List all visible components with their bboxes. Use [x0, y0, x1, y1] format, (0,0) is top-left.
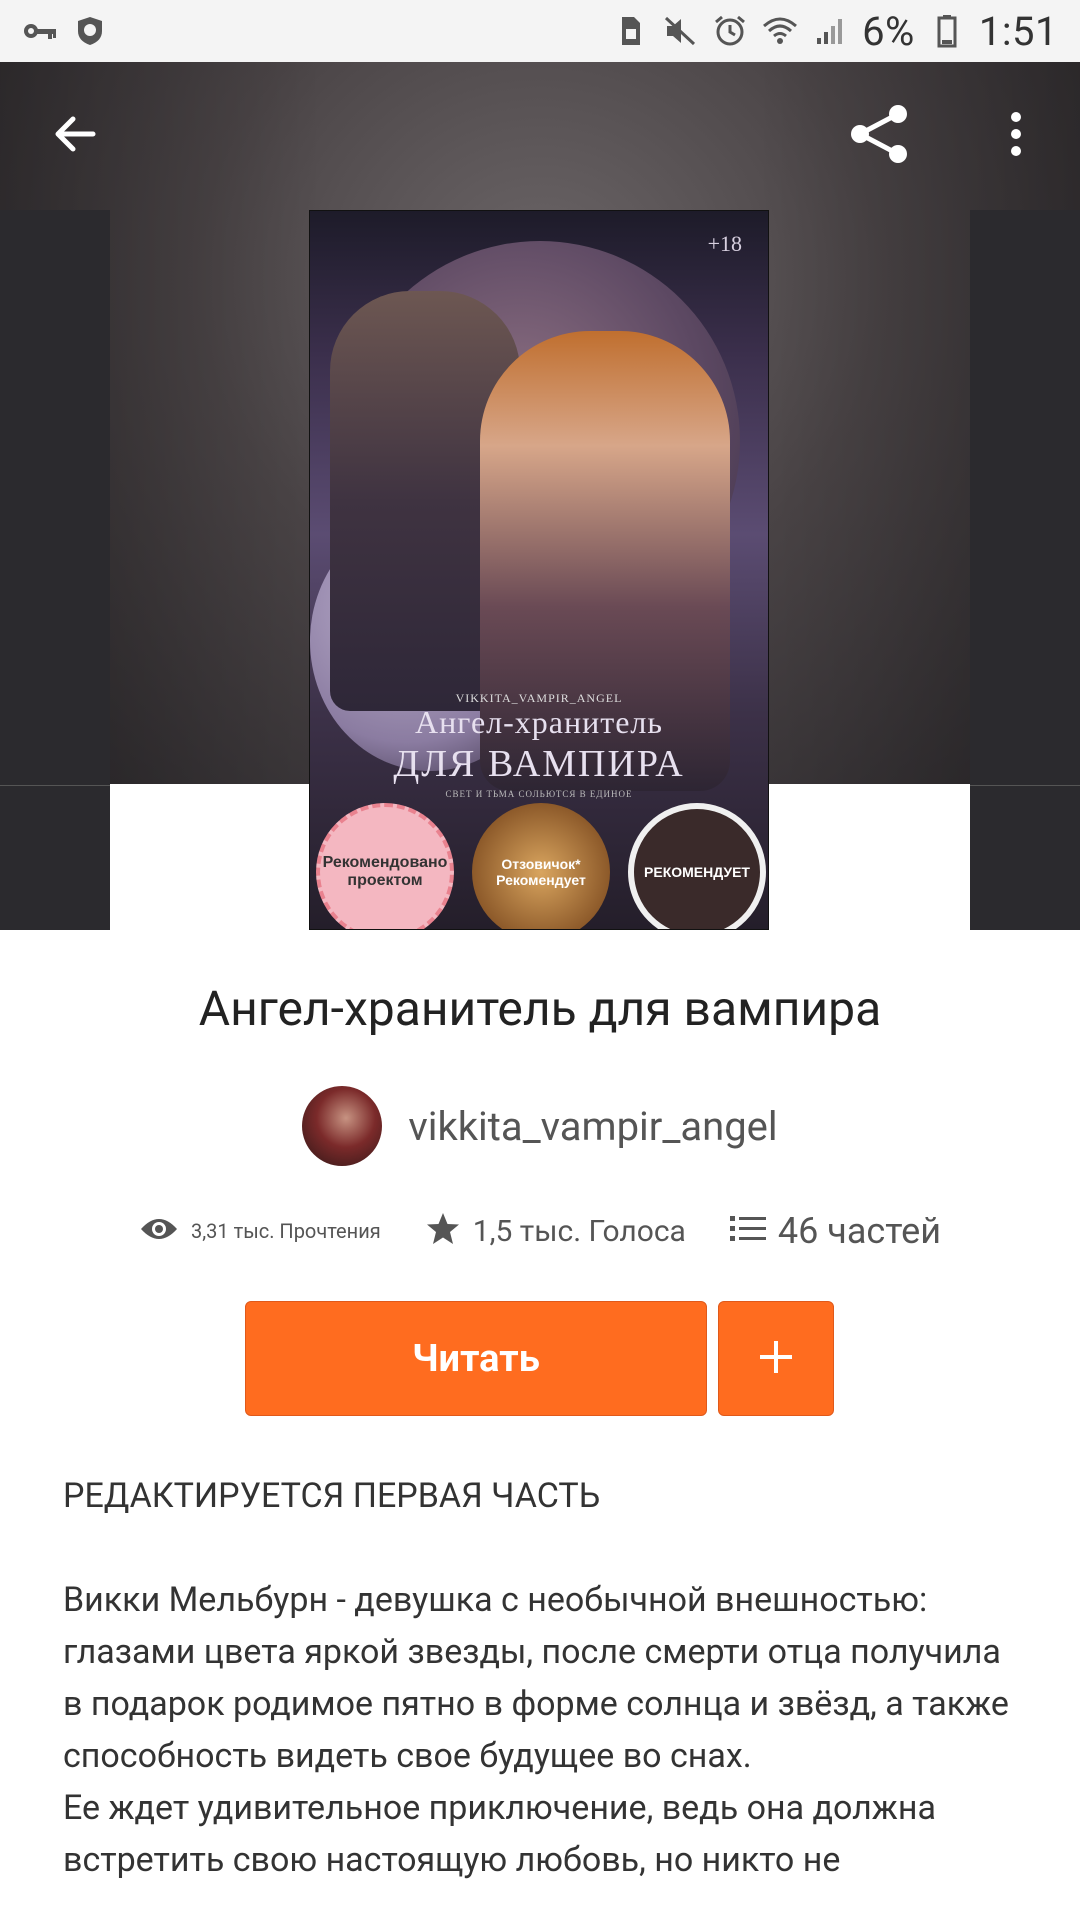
- cover-badge-recommended: Рекомендовано проектом: [316, 803, 454, 929]
- description-heading: РЕДАКТИРУЕТСЯ ПЕРВАЯ ЧАСТЬ: [63, 1476, 601, 1516]
- next-cover[interactable]: [970, 210, 1080, 930]
- signal-icon: [812, 13, 848, 49]
- share-icon: [848, 102, 912, 170]
- key-icon: [22, 13, 58, 49]
- cover-title-line2: ДЛЯ ВАМПИРА: [393, 743, 685, 785]
- plus-icon: [756, 1337, 796, 1381]
- battery-percent: 6%: [862, 7, 915, 55]
- reads-stat: 3,31 тыс. Прочтения: [139, 1215, 381, 1247]
- story-stats: 3,31 тыс. Прочтения 1,5 тыс. Голоса 46 ч…: [0, 1210, 1080, 1252]
- cover-title-line1: Ангел-хранитель: [415, 704, 663, 740]
- cover-badge-recommends: РЕКОМЕНДУЕТ: [628, 803, 766, 929]
- book-cover[interactable]: +18 VIKKITA_VAMPIR_ANGEL Ангел-хранитель…: [309, 210, 769, 930]
- share-button[interactable]: [840, 96, 920, 176]
- more-button[interactable]: [976, 96, 1056, 176]
- arrow-left-icon: [49, 109, 99, 163]
- status-bar: 6% 1:51: [0, 0, 1080, 62]
- cover-tagline: СВЕТ И ТЬМА СОЛЬЮТСЯ В ЕДИНОЕ: [445, 789, 633, 799]
- more-vertical-icon: [1006, 109, 1026, 163]
- mute-icon: [662, 13, 698, 49]
- votes-count: 1,5 тыс. Голоса: [472, 1213, 686, 1249]
- wifi-icon: [762, 13, 798, 49]
- parts-count[interactable]: 46 частей: [778, 1210, 941, 1252]
- star-icon: [425, 1211, 461, 1251]
- story-description: РЕДАКТИРУЕТСЯ ПЕРВАЯ ЧАСТЬ Викки Мельбур…: [63, 1470, 1023, 1886]
- read-button[interactable]: Читать: [245, 1301, 707, 1416]
- battery-icon: [929, 13, 965, 49]
- alarm-icon: [712, 13, 748, 49]
- description-paragraph-1: Викки Мельбурн - девушка с необычной вне…: [63, 1580, 1009, 1776]
- back-button[interactable]: [34, 96, 114, 176]
- previous-cover[interactable]: [0, 210, 110, 930]
- eye-icon: [139, 1215, 179, 1247]
- author-avatar[interactable]: [302, 1086, 383, 1166]
- cover-badge-review: Отзовичок* Рекомендует: [472, 803, 610, 929]
- clock: 1:51: [978, 7, 1058, 55]
- cover-age-rating: +18: [707, 231, 742, 256]
- author-row[interactable]: vikkita_vampir_angel: [0, 1086, 1080, 1166]
- sim-icon: [612, 13, 648, 49]
- list-icon: [729, 1214, 766, 1248]
- reads-count: 3,31 тыс. Прочтения: [190, 1219, 381, 1243]
- description-paragraph-2: Ее ждет удивительное приключение, ведь о…: [63, 1788, 936, 1880]
- book-title: Ангел-хранитель для вампира: [198, 980, 882, 1037]
- parts-stat[interactable]: 46 частей: [729, 1210, 941, 1252]
- author-name[interactable]: vikkita_vampir_angel: [408, 1103, 777, 1150]
- shield-icon: [72, 13, 108, 49]
- read-button-label: Читать: [412, 1336, 540, 1381]
- votes-stat: 1,5 тыс. Голоса: [425, 1211, 686, 1251]
- add-to-library-button[interactable]: [718, 1301, 834, 1416]
